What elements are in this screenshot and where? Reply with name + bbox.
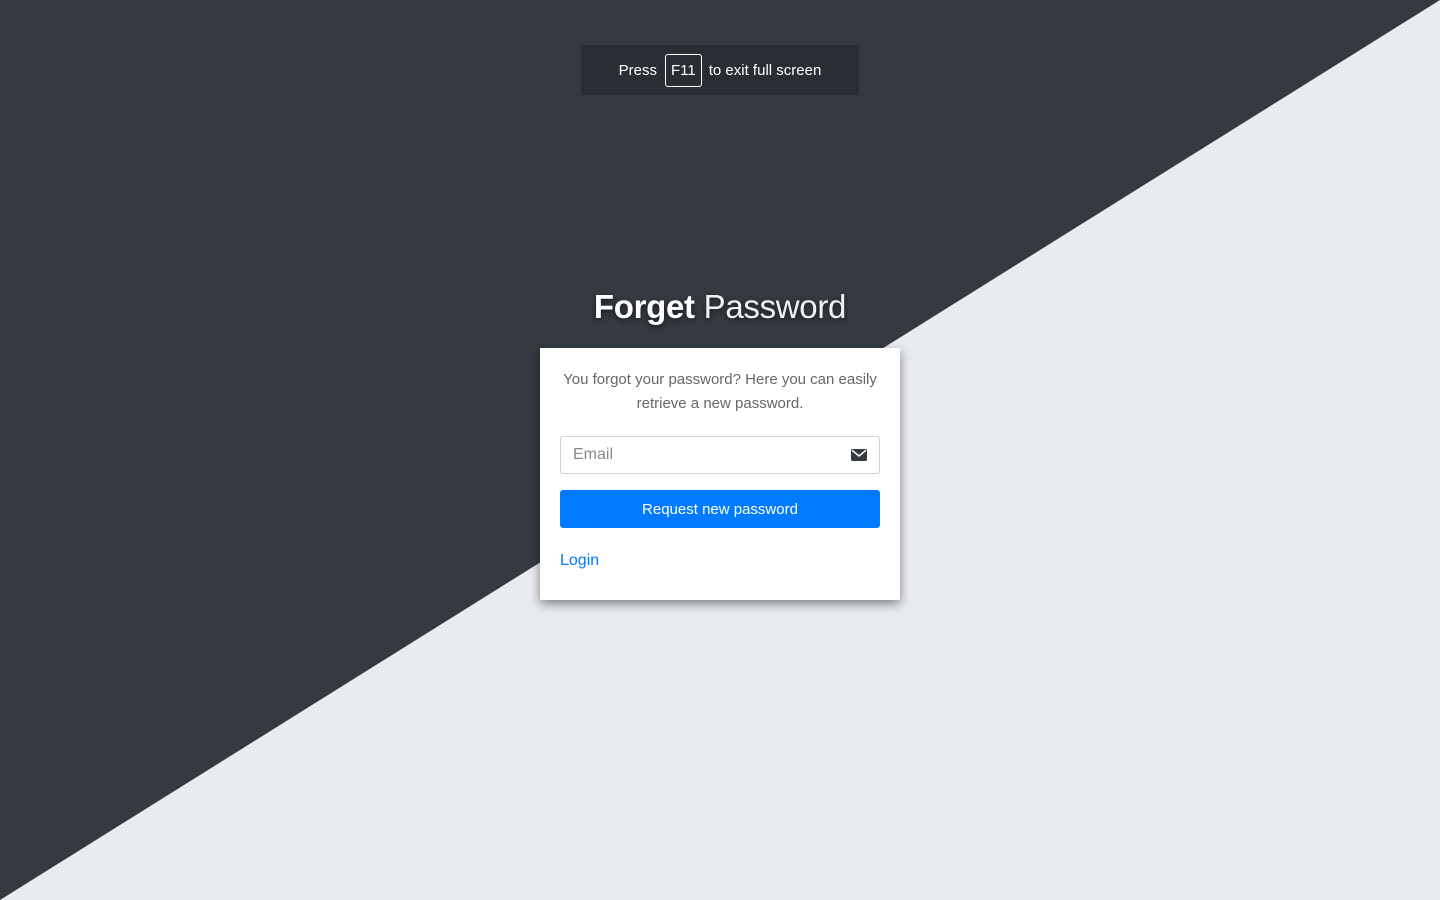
fullscreen-notice-suffix: to exit full screen — [708, 61, 822, 79]
login-link[interactable]: Login — [560, 552, 599, 569]
f11-key: F11 — [665, 53, 702, 87]
page-title-strong: Forget — [593, 288, 695, 325]
envelope-icon — [839, 437, 879, 473]
fullscreen-notice: Press F11 to exit full screen — [581, 45, 859, 95]
email-input-group — [560, 436, 880, 474]
page-title-light: Password — [703, 288, 847, 325]
request-new-password-button[interactable]: Request new password — [560, 490, 880, 528]
fullscreen-notice-prefix: Press — [618, 61, 658, 79]
email-field[interactable] — [561, 437, 839, 473]
page-title: Forget Password — [0, 288, 1440, 326]
forgot-password-card: You forgot your password? Here you can e… — [540, 348, 900, 600]
instruction-message: You forgot your password? Here you can e… — [563, 371, 877, 412]
